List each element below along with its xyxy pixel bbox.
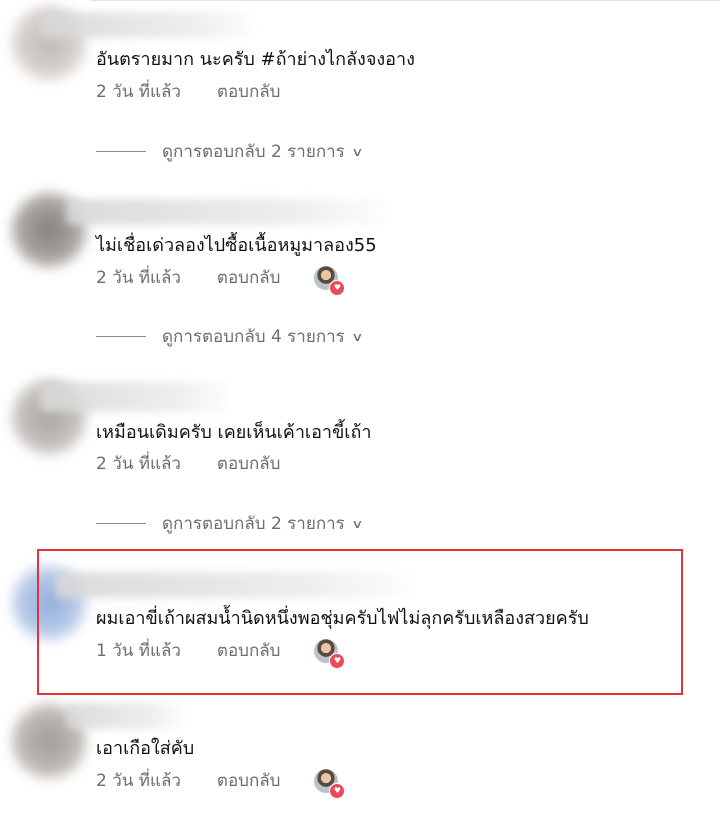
username-blurred[interactable] (66, 703, 184, 729)
comment-time: 2 วัน ที่แล้ว (96, 454, 181, 474)
username-blurred[interactable] (40, 12, 255, 38)
reply-button[interactable]: ตอบกลับ (217, 267, 281, 289)
highlight-box (37, 549, 683, 695)
view-replies-button[interactable]: ดูการตอบกลับ 2 รายการ ∨ (96, 138, 364, 165)
username-blurred[interactable] (66, 199, 386, 225)
comment-meta: 2 วัน ที่แล้ว ตอบกลับ ♥ (96, 266, 346, 296)
reply-button[interactable]: ตอบกลับ (217, 81, 281, 103)
view-replies-label: ดูการตอบกลับ 2 รายการ (162, 514, 345, 534)
author-like-avatar: ♥ (314, 769, 346, 799)
heart-icon: ♥ (329, 783, 346, 799)
comment-text: เหมือนเดิมครับ เคยเห็นเค้าเอาขี้เถ้า (96, 422, 372, 443)
top-divider (90, 0, 720, 1)
view-replies-label: ดูการตอบกลับ 2 รายการ (162, 142, 345, 162)
comment-text: อันตรายมาก นะครับ #ถ้าย่างไกลังจงอาง (96, 49, 415, 70)
chevron-down-icon: ∨ (351, 516, 364, 531)
comment-time: 2 วัน ที่แล้ว (96, 771, 181, 791)
comment-time: 2 วัน ที่แล้ว (96, 268, 181, 288)
replies-dash (96, 336, 146, 337)
replies-dash (96, 523, 146, 524)
chevron-down-icon: ∨ (351, 144, 364, 159)
reply-button[interactable]: ตอบกลับ (217, 770, 281, 792)
chevron-down-icon: ∨ (351, 329, 364, 344)
comment-meta: 2 วัน ที่แล้ว ตอบกลับ ♥ (96, 769, 346, 799)
comment-time: 2 วัน ที่แล้ว (96, 82, 181, 102)
comment-text: เอาเกือใส่คับ (96, 738, 195, 759)
username-blurred[interactable] (40, 382, 230, 412)
comment-text: ไม่เชื่อเด่วลองไปซื้อเนื้อหมูมาลอง55 (96, 235, 377, 256)
view-replies-label: ดูการตอบกลับ 4 รายการ (162, 327, 345, 347)
comment-meta: 2 วัน ที่แล้ว ตอบกลับ (96, 453, 280, 475)
reply-button[interactable]: ตอบกลับ (217, 453, 281, 475)
replies-dash (96, 151, 146, 152)
view-replies-button[interactable]: ดูการตอบกลับ 4 รายการ ∨ (96, 323, 364, 350)
view-replies-button[interactable]: ดูการตอบกลับ 2 รายการ ∨ (96, 510, 364, 537)
author-like-avatar: ♥ (314, 266, 346, 296)
heart-icon: ♥ (329, 280, 346, 296)
comment-meta: 2 วัน ที่แล้ว ตอบกลับ (96, 81, 280, 103)
